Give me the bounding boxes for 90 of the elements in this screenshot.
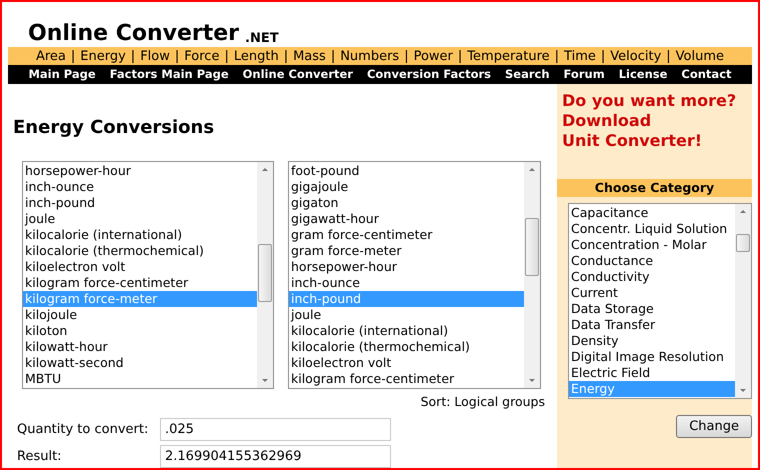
nav-separator: | xyxy=(403,48,410,66)
list-option[interactable]: Digital Image Resolution xyxy=(569,349,735,366)
list-option[interactable]: gram force-meter xyxy=(289,243,524,260)
list-option[interactable]: Current xyxy=(569,285,735,302)
nav-separator: | xyxy=(174,48,180,66)
site-suffix: .NET xyxy=(245,32,279,46)
list-option[interactable]: kilocalorie (thermochemical) xyxy=(289,339,524,356)
quantity-label: Quantity to convert: xyxy=(17,420,150,439)
list-option[interactable]: Data Transfer xyxy=(569,317,735,334)
nav-link[interactable]: Factors Main Page xyxy=(110,66,229,84)
nav-separator: | xyxy=(330,48,336,66)
list-option[interactable]: kiloton xyxy=(23,323,257,340)
list-option[interactable]: joule xyxy=(289,307,524,324)
list-option[interactable]: kilocalorie (international) xyxy=(23,227,257,244)
nav-link[interactable]: Contact xyxy=(681,66,732,84)
list-option[interactable]: kiloelectron volt xyxy=(289,355,524,372)
category-link[interactable]: Mass xyxy=(293,46,326,66)
list-option[interactable]: joule xyxy=(23,211,257,228)
promo-text: Do you want more? xyxy=(562,91,738,112)
list-option[interactable]: horsepower-hour xyxy=(23,163,257,180)
list-option[interactable]: Concentration - Molar xyxy=(569,237,735,254)
scroll-thumb[interactable] xyxy=(258,244,272,302)
category-link[interactable]: Power xyxy=(414,46,453,66)
to-unit-list[interactable] xyxy=(288,161,541,390)
category-list[interactable]: Capacitance Concentr. Liquid Solution Concentration - Molar Conductance Conductivity Current Data Storage Data Transfer Density Digital Image Resolution Electric Field Energy xyxy=(568,203,752,400)
list-option[interactable]: kiloelectron volt xyxy=(23,259,257,276)
nav-link[interactable]: Online Converter xyxy=(242,66,353,84)
list-option[interactable]: Electric Field xyxy=(569,365,735,382)
list-option[interactable]: Capacitance xyxy=(569,205,735,222)
list-option[interactable]: gigawatt-hour xyxy=(289,211,524,228)
list-option[interactable]: Conductivity xyxy=(569,269,735,286)
nav-separator: | xyxy=(554,48,560,66)
nav-link[interactable]: Conversion Factors xyxy=(366,66,492,84)
quantity-input[interactable]: .025 xyxy=(160,418,391,441)
nav-separator: | xyxy=(223,48,230,66)
list-option[interactable]: MBTU xyxy=(23,371,257,388)
nav-separator: | xyxy=(456,48,464,66)
category-link[interactable]: Time xyxy=(564,46,596,66)
nav-separator: | xyxy=(70,48,76,66)
scrollbar[interactable] xyxy=(735,204,751,398)
list-option[interactable]: kilocalorie (international) xyxy=(289,323,524,340)
category-panel-title: Choose Category xyxy=(557,179,752,198)
list-option[interactable]: inch-pound xyxy=(23,195,257,212)
nav-link[interactable]: Forum xyxy=(564,66,605,84)
category-link[interactable]: Area xyxy=(36,46,66,66)
category-link[interactable]: Numbers xyxy=(340,46,400,66)
list-option[interactable]: Density xyxy=(569,333,735,350)
scroll-thumb[interactable] xyxy=(525,218,539,276)
nav-separator: | xyxy=(665,48,672,66)
category-link[interactable]: Energy xyxy=(80,46,126,66)
list-option[interactable]: horsepower-hour xyxy=(289,259,524,276)
list-option[interactable]: kilowatt-second xyxy=(23,355,257,372)
sort-label: Sort: Logical groups xyxy=(420,393,545,412)
scroll-thumb[interactable] xyxy=(736,234,750,252)
category-link[interactable]: Temperature xyxy=(467,46,550,66)
list-option[interactable]: gram force-centimeter xyxy=(289,227,524,244)
nav-separator: | xyxy=(282,48,290,66)
scrollbar[interactable] xyxy=(257,162,273,388)
change-button[interactable]: Change xyxy=(676,415,752,438)
list-option[interactable]: kilogram force-centimeter xyxy=(289,371,524,388)
page-heading: Energy Conversions xyxy=(13,116,216,140)
nav-separator: | xyxy=(130,48,136,66)
category-link[interactable]: Force xyxy=(184,46,220,66)
site-title: Online Converter xyxy=(28,23,240,46)
list-option[interactable]: gigaton xyxy=(289,195,524,212)
result-field[interactable]: 2.169904155362969 xyxy=(160,445,391,468)
nav-link[interactable]: Search xyxy=(505,66,550,84)
nav-link[interactable]: Main Page xyxy=(28,66,96,84)
list-option[interactable]: Concentr. Liquid Solution xyxy=(569,221,735,238)
nav-link[interactable]: License xyxy=(618,66,668,84)
list-option[interactable]: kilocalorie (thermochemical) xyxy=(23,243,257,260)
category-link[interactable]: Length xyxy=(234,46,279,66)
list-option[interactable]: foot-pound xyxy=(289,163,524,180)
result-label: Result: xyxy=(17,448,63,466)
list-option[interactable]: Data Storage xyxy=(569,301,735,318)
category-link[interactable]: Flow xyxy=(140,46,170,66)
category-link[interactable]: Volume xyxy=(676,46,724,66)
list-option[interactable]: kilojoule xyxy=(23,307,257,324)
from-unit-list[interactable] xyxy=(22,161,274,390)
list-option[interactable]: inch-ounce xyxy=(289,275,524,292)
list-option[interactable]: inch-ounce xyxy=(23,179,257,196)
scrollbar[interactable] xyxy=(524,162,540,388)
nav-separator: | xyxy=(600,48,606,66)
list-option[interactable]: kilowatt-hour xyxy=(23,339,257,356)
promo-text: Unit Converter! xyxy=(562,131,704,152)
category-link[interactable]: Velocity xyxy=(610,46,662,66)
download-link[interactable]: Download xyxy=(562,111,752,132)
list-option[interactable]: Conductance xyxy=(569,253,735,270)
list-option[interactable]: gigajoule xyxy=(289,179,524,196)
list-option[interactable]: kilogram force-centimeter xyxy=(23,275,257,292)
